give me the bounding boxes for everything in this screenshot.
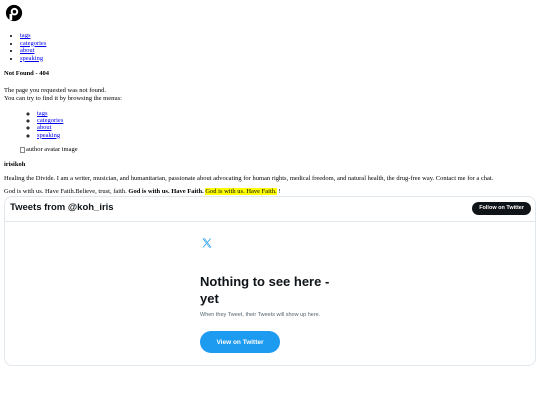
twitter-title[interactable]: Tweets from @koh_iris [10,202,114,213]
quote-plain: God is with us. Have Faith.Believe, trus… [4,188,127,195]
empty-state-title: Nothing to see here - yet [200,274,330,306]
nav-item-about: about [20,47,46,55]
menu-item-categories: categories [37,117,63,124]
nav-item-speaking: speaking [20,55,46,63]
nav-item-tags: tags [20,32,46,40]
quote-bold: God is with us. Have Faith. [128,188,204,195]
quote-highlight: God is with us. Have Faith. [205,188,277,195]
quote-end: ! [278,188,281,195]
nav-link-tags[interactable]: tags [20,32,30,39]
author-bio: Healing the Divide. I am a writer, music… [4,175,494,182]
main-nav: tags categories about speaking [20,32,46,62]
page-title: Not Found - 404 [4,70,49,77]
error-message: The page you requested was not found. Yo… [4,87,122,103]
x-logo-icon [202,238,212,248]
avatar-alt-text: author avatar image [26,146,78,153]
error-line-2: You can try to find it by browsing the m… [4,94,122,102]
menu-link-tags[interactable]: tags [37,110,47,117]
menu-link-speaking[interactable]: speaking [37,132,60,139]
menu-link-categories[interactable]: categories [37,117,63,124]
nav-link-about[interactable]: about [20,47,34,54]
site-logo-icon[interactable] [5,4,23,22]
nav-link-categories[interactable]: categories [20,40,46,47]
browse-menu: tags categories about speaking [37,110,63,139]
error-line-1: The page you requested was not found. [4,87,106,94]
author-avatar: author avatar image [20,146,78,154]
menu-item-speaking: speaking [37,132,63,139]
broken-image-icon [20,146,25,153]
follow-on-twitter-button[interactable]: Follow on Twitter [472,202,531,215]
nav-link-speaking[interactable]: speaking [20,55,43,62]
menu-link-about[interactable]: about [37,124,51,131]
author-name: irisikoh [4,161,26,168]
twitter-header: Tweets from @koh_iris Follow on Twitter [5,197,535,222]
twitter-timeline-embed: Tweets from @koh_iris Follow on Twitter … [4,196,536,366]
menu-item-about: about [37,124,63,131]
empty-state-subtitle: When they Tweet, their Tweets will show … [200,312,321,318]
author-quote: God is with us. Have Faith.Believe, trus… [4,188,280,196]
menu-item-tags: tags [37,110,63,117]
nav-item-categories: categories [20,40,46,48]
view-on-twitter-button[interactable]: View on Twitter [200,331,280,353]
